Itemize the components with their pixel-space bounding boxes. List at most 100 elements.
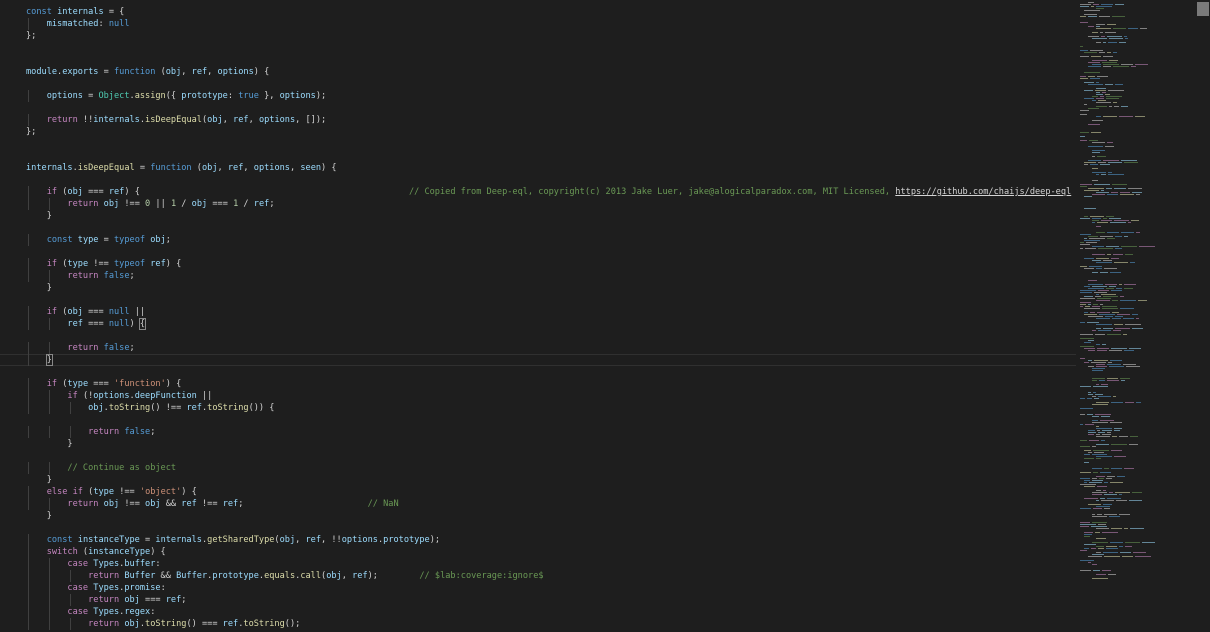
minimap-code-line: [1098, 330, 1111, 331]
code-line[interactable]: [26, 42, 1081, 54]
code-line[interactable]: [26, 414, 1081, 426]
minimap-code-line: [1100, 236, 1113, 237]
code-line[interactable]: if (obj === null ||: [26, 306, 1081, 318]
minimap-code-line: [1096, 344, 1100, 345]
code-line[interactable]: if (!options.deepFunction ||: [26, 390, 1081, 402]
minimap-code-line: [1080, 570, 1091, 571]
code-comment: // NaN: [367, 499, 399, 509]
minimap-code-line: [1080, 508, 1091, 509]
code-token: options: [253, 163, 290, 173]
minimap-code-line: [1114, 430, 1120, 431]
minimap-code-line: [1092, 494, 1102, 495]
code-token: function: [150, 163, 192, 173]
vertical-scrollbar[interactable]: [1196, 0, 1210, 632]
code-line[interactable]: }: [26, 210, 1081, 222]
code-line[interactable]: internals.isDeepEqual = function (obj, r…: [26, 162, 1081, 174]
code-line[interactable]: }: [26, 510, 1081, 522]
code-line[interactable]: return obj !== obj && ref !== ref; // Na…: [26, 498, 1081, 510]
code-line[interactable]: [26, 150, 1081, 162]
minimap-code-line: [1132, 314, 1138, 315]
code-line[interactable]: return obj !== 0 || 1 / obj === 1 / ref;: [26, 198, 1081, 210]
code-line[interactable]: };: [26, 30, 1081, 42]
code-line[interactable]: if (type === 'function') {: [26, 378, 1081, 390]
code-line[interactable]: };: [26, 126, 1081, 138]
code-line[interactable]: // Continue as object: [26, 462, 1081, 474]
minimap-code-line: [1114, 106, 1119, 107]
minimap-code-line: [1088, 280, 1097, 281]
code-line[interactable]: [26, 450, 1081, 462]
code-line[interactable]: ref === null) {: [26, 318, 1081, 330]
minimap-code-line: [1080, 440, 1087, 441]
code-link[interactable]: https://github.com/chaijs/deep-eql: [895, 187, 1071, 197]
minimap-code-line: [1107, 52, 1111, 53]
code-line[interactable]: [26, 222, 1081, 234]
code-token: (: [155, 67, 166, 77]
minimap-code-line: [1080, 484, 1096, 485]
minimap-code-line: [1098, 100, 1106, 101]
code-line[interactable]: }: [26, 282, 1081, 294]
code-line[interactable]: options = Object.assign({ prototype: tru…: [26, 90, 1081, 102]
code-line[interactable]: const internals = {: [26, 6, 1081, 18]
code-line[interactable]: else if (type !== 'object') {: [26, 486, 1081, 498]
code-line[interactable]: return false;: [26, 270, 1081, 282]
code-line[interactable]: return obj === ref;: [26, 594, 1081, 606]
minimap-code-line: [1095, 532, 1100, 533]
code-line[interactable]: case Types.promise:: [26, 582, 1081, 594]
code-line[interactable]: [26, 366, 1081, 378]
code-line[interactable]: }: [0, 354, 1081, 366]
code-line[interactable]: if (type !== typeof ref) {: [26, 258, 1081, 270]
code-line[interactable]: obj.toString() !== ref.toString()) {: [26, 402, 1081, 414]
code-line[interactable]: const instanceType = internals.getShared…: [26, 534, 1081, 546]
code-line[interactable]: [26, 294, 1081, 306]
code-token: return: [88, 595, 120, 605]
code-line[interactable]: return false;: [26, 426, 1081, 438]
minimap-code-line: [1106, 98, 1119, 99]
code-line[interactable]: [26, 330, 1081, 342]
code-line[interactable]: if (obj === ref) { // Copied from Deep-e…: [26, 186, 1081, 198]
minimap-code-line: [1136, 402, 1141, 403]
code-area[interactable]: const internals = { mismatched: null}; mo…: [0, 6, 1081, 630]
code-line[interactable]: case Types.regex:: [26, 606, 1081, 618]
code-line[interactable]: case Types.buffer:: [26, 558, 1081, 570]
minimap-code-line: [1084, 498, 1098, 499]
minimap-code-line: [1080, 338, 1094, 339]
minimap-code-line: [1115, 84, 1123, 85]
code-line[interactable]: module.exports = function (obj, ref, opt…: [26, 66, 1081, 78]
code-token: (: [77, 547, 89, 557]
code-line[interactable]: [26, 138, 1081, 150]
minimap-code-line: [1112, 300, 1118, 301]
code-line[interactable]: [26, 246, 1081, 258]
minimap-code-line: [1084, 296, 1093, 297]
code-line[interactable]: const type = typeof obj;: [26, 234, 1081, 246]
code-line[interactable]: switch (instanceType) {: [26, 546, 1081, 558]
code-line[interactable]: mismatched: null: [26, 18, 1081, 30]
code-line[interactable]: return Buffer && Buffer.prototype.equals…: [26, 570, 1081, 582]
code-line[interactable]: return false;: [26, 342, 1081, 354]
scrollbar-thumb[interactable]: [1197, 2, 1209, 16]
code-line[interactable]: [26, 174, 1081, 186]
code-token: }: [26, 211, 52, 221]
minimap-code-line: [1092, 516, 1107, 517]
minimap-code-line: [1092, 368, 1105, 369]
minimap-code-line: [1119, 436, 1128, 437]
minimap-code-line: [1105, 32, 1116, 33]
code-line[interactable]: }: [26, 474, 1081, 486]
code-line[interactable]: [26, 54, 1081, 66]
code-line[interactable]: return !!internals.isDeepEqual(obj, ref,…: [26, 114, 1081, 126]
minimap-code-line: [1084, 314, 1097, 315]
minimap-code-line: [1096, 8, 1104, 9]
code-token: !==: [88, 259, 114, 269]
minimap-code-line: [1108, 362, 1112, 363]
code-line[interactable]: [26, 78, 1081, 90]
code-line[interactable]: [26, 522, 1081, 534]
code-line[interactable]: [26, 102, 1081, 114]
code-editor[interactable]: const internals = { mismatched: null}; mo…: [0, 0, 1210, 632]
minimap-code-line: [1113, 28, 1126, 29]
code-line[interactable]: }: [26, 438, 1081, 450]
minimap[interactable]: [1080, 0, 1192, 632]
minimap-code-line: [1105, 284, 1117, 285]
code-line[interactable]: return obj.toString() === ref.toString()…: [26, 618, 1081, 630]
minimap-code-line: [1095, 296, 1101, 297]
